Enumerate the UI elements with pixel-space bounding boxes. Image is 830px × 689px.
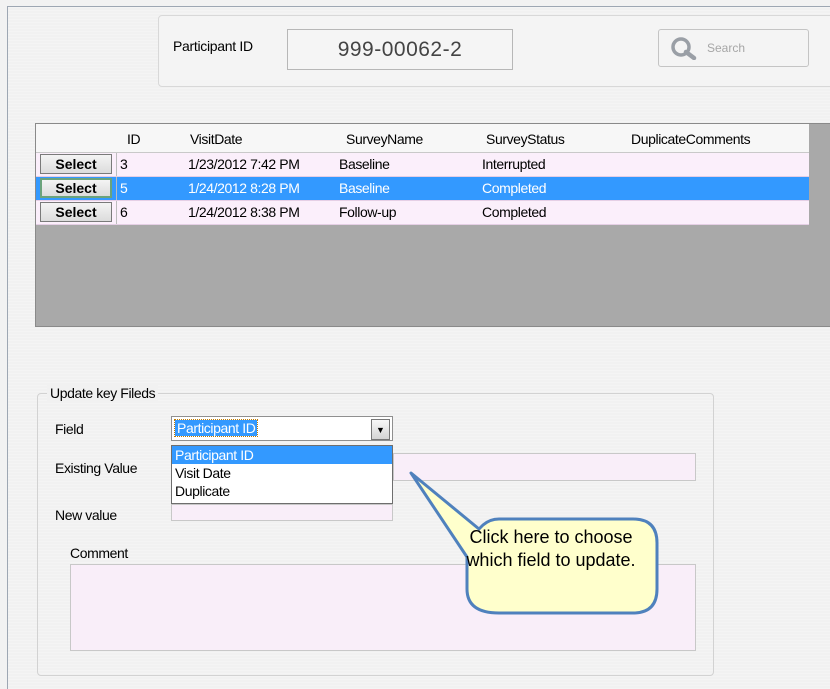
existing-value-label: Existing Value [55,460,138,476]
cell-divider [116,201,117,224]
cell-visit-date: 1/23/2012 7:42 PM [188,156,300,172]
cell-survey-status: Completed [482,204,547,220]
table-row-selected[interactable]: Select 5 1/24/2012 8:28 PM Baseline Comp… [36,177,809,201]
table-row[interactable]: Select 3 1/23/2012 7:42 PM Baseline Inte… [36,153,809,177]
search-label: Search [707,41,746,55]
participant-id-label: Participant ID [173,38,253,54]
dropdown-option-duplicate[interactable]: Duplicate [172,482,392,500]
magnifier-icon [671,37,697,60]
update-group-title: Update key Fileds [47,385,159,401]
column-header-visit-date[interactable]: VisitDate [190,131,243,147]
participant-id-field[interactable]: 999-00062-2 [287,29,513,70]
cell-divider [116,177,117,200]
column-header-survey-status[interactable]: SurveyStatus [486,131,565,147]
new-value-field[interactable] [171,504,393,521]
participant-id-value: 999-00062-2 [337,37,463,61]
search-button[interactable]: Search [658,29,809,67]
cell-survey-name: Baseline [339,180,390,196]
cell-visit-date: 1/24/2012 8:38 PM [188,204,300,220]
cell-survey-name: Follow-up [339,204,397,220]
visits-grid: ID VisitDate SurveyName SurveyStatus Dup… [35,123,830,327]
field-dropdown[interactable]: Participant ID ▼ [171,416,393,441]
select-button[interactable]: Select [40,178,112,198]
callout-text: Click here to choose which field to upda… [466,527,636,570]
select-button[interactable]: Select [40,154,112,174]
dropdown-option-participant-id[interactable]: Participant ID [172,446,392,464]
dropdown-option-visit-date[interactable]: Visit Date [172,464,392,482]
cell-id: 5 [120,180,128,196]
column-header-id[interactable]: ID [127,131,141,147]
column-header-survey-name[interactable]: SurveyName [346,131,423,147]
cell-survey-status: Interrupted [482,156,546,172]
cell-id: 3 [120,156,128,172]
field-dropdown-list[interactable]: Participant ID Visit Date Duplicate [171,445,393,504]
select-button[interactable]: Select [40,202,112,222]
cell-survey-name: Baseline [339,156,390,172]
cell-id: 6 [120,204,128,220]
grid-header: ID VisitDate SurveyName SurveyStatus Dup… [36,124,809,153]
cell-divider [116,153,117,176]
cell-survey-status: Completed [482,180,547,196]
new-value-label: New value [55,507,117,523]
field-dropdown-value: Participant ID [173,419,259,437]
chevron-down-icon[interactable]: ▼ [371,419,390,440]
cell-visit-date: 1/24/2012 8:28 PM [188,180,300,196]
column-header-duplicate-comments[interactable]: DuplicateComments [631,131,751,147]
table-row[interactable]: Select 6 1/24/2012 8:38 PM Follow-up Com… [36,201,809,225]
field-label: Field [55,421,84,437]
comment-label: Comment [70,545,128,561]
existing-value-field[interactable] [393,453,696,481]
